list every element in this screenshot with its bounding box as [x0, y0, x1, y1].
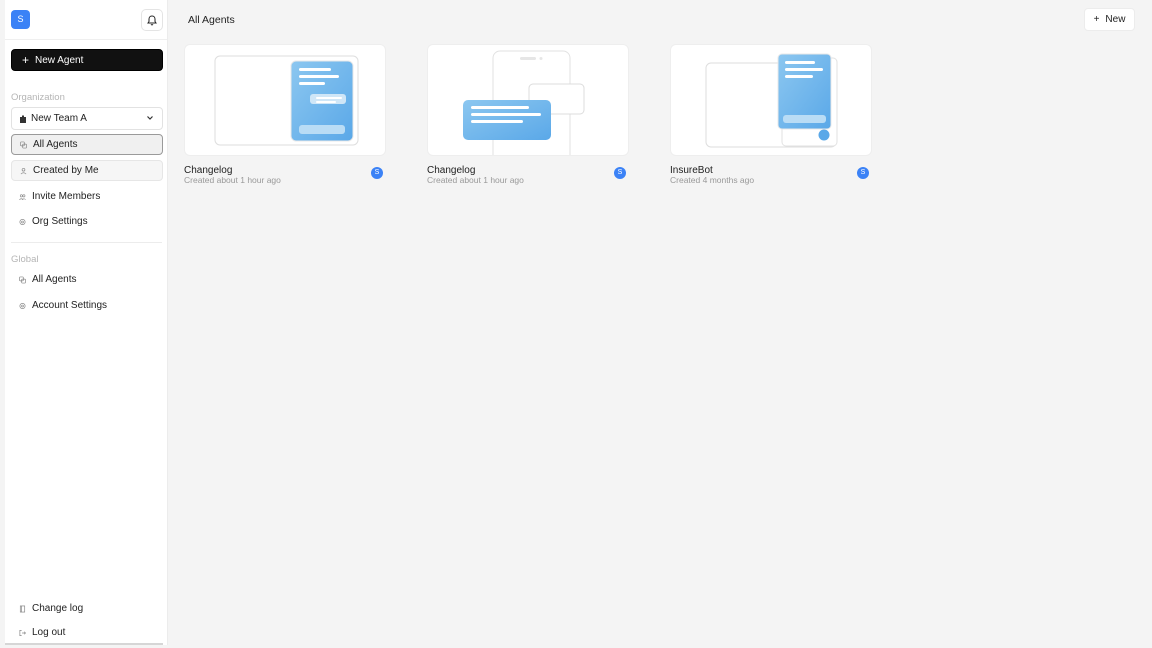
scrollbar[interactable] — [5, 643, 163, 645]
agent-card-subtitle: Created about 1 hour ago — [184, 175, 281, 185]
sidebar-item-account-settings[interactable]: Account Settings — [11, 295, 163, 316]
plus-icon: + — [1093, 14, 1100, 25]
agent-card[interactable]: InsureBot Created 4 months ago S — [670, 44, 872, 185]
sidebar-item-label: All Agents — [33, 139, 78, 150]
gear-icon — [19, 302, 26, 309]
agent-card-subtitle: Created about 1 hour ago — [427, 175, 524, 185]
avatar[interactable]: S — [857, 167, 869, 179]
workspace-logo[interactable]: S — [11, 10, 30, 29]
document-illustration-icon — [214, 55, 359, 146]
bell-icon — [147, 14, 157, 25]
agents-icon — [19, 276, 26, 283]
sidebar-item-label: Change log — [32, 603, 84, 614]
new-button-label: New — [1105, 14, 1126, 25]
new-button[interactable]: + New — [1084, 8, 1135, 31]
book-icon — [19, 605, 26, 612]
sidebar-item-label: Org Settings — [32, 216, 88, 227]
sidebar-item-invite-members[interactable]: Invite Members — [11, 186, 163, 207]
document-illustration-icon — [705, 53, 838, 148]
sidebar: S + New Agent Organization New Team A Al… — [5, 0, 168, 645]
sidebar-item-log-out[interactable]: Log out — [11, 622, 163, 643]
global-section-label: Global — [11, 254, 39, 265]
sidebar-item-label: Account Settings — [32, 300, 108, 311]
team-select[interactable]: New Team A — [11, 107, 163, 130]
building-icon — [20, 115, 26, 123]
users-icon — [19, 193, 26, 200]
gear-icon — [19, 218, 26, 225]
new-agent-button[interactable]: + New Agent — [11, 49, 163, 71]
sidebar-item-label: Invite Members — [32, 191, 101, 202]
logout-icon — [19, 629, 26, 636]
sidebar-item-label: Log out — [32, 627, 66, 638]
organization-section-label: Organization — [11, 92, 65, 103]
agent-card-thumbnail — [427, 44, 629, 156]
sidebar-item-change-log[interactable]: Change log — [11, 598, 163, 619]
avatar[interactable]: S — [614, 167, 626, 179]
avatar[interactable]: S — [371, 167, 383, 179]
agent-card-thumbnail — [184, 44, 386, 156]
agent-card-thumbnail — [670, 44, 872, 156]
divider — [5, 39, 167, 40]
plus-icon: + — [22, 53, 30, 67]
agent-card-subtitle: Created 4 months ago — [670, 175, 755, 185]
sidebar-item-global-all-agents[interactable]: All Agents — [11, 269, 163, 290]
sidebar-item-label: All Agents — [32, 274, 77, 285]
page-title: All Agents — [188, 14, 235, 26]
agent-card[interactable]: Changelog Created about 1 hour ago S — [184, 44, 386, 185]
agent-card[interactable]: Changelog Created about 1 hour ago S — [427, 44, 629, 185]
agents-icon — [20, 141, 27, 148]
chat-illustration-icon — [463, 50, 585, 155]
notifications-button[interactable] — [141, 9, 163, 31]
new-agent-label: New Agent — [35, 54, 84, 66]
team-select-value: New Team A — [31, 113, 87, 124]
chevron-down-icon — [147, 116, 153, 120]
sidebar-item-label: Created by Me — [33, 165, 99, 176]
sidebar-item-org-settings[interactable]: Org Settings — [11, 211, 163, 232]
user-icon — [20, 167, 27, 174]
sidebar-item-all-agents[interactable]: All Agents — [11, 134, 163, 155]
divider — [11, 242, 162, 243]
sidebar-item-created-by-me[interactable]: Created by Me — [11, 160, 163, 181]
